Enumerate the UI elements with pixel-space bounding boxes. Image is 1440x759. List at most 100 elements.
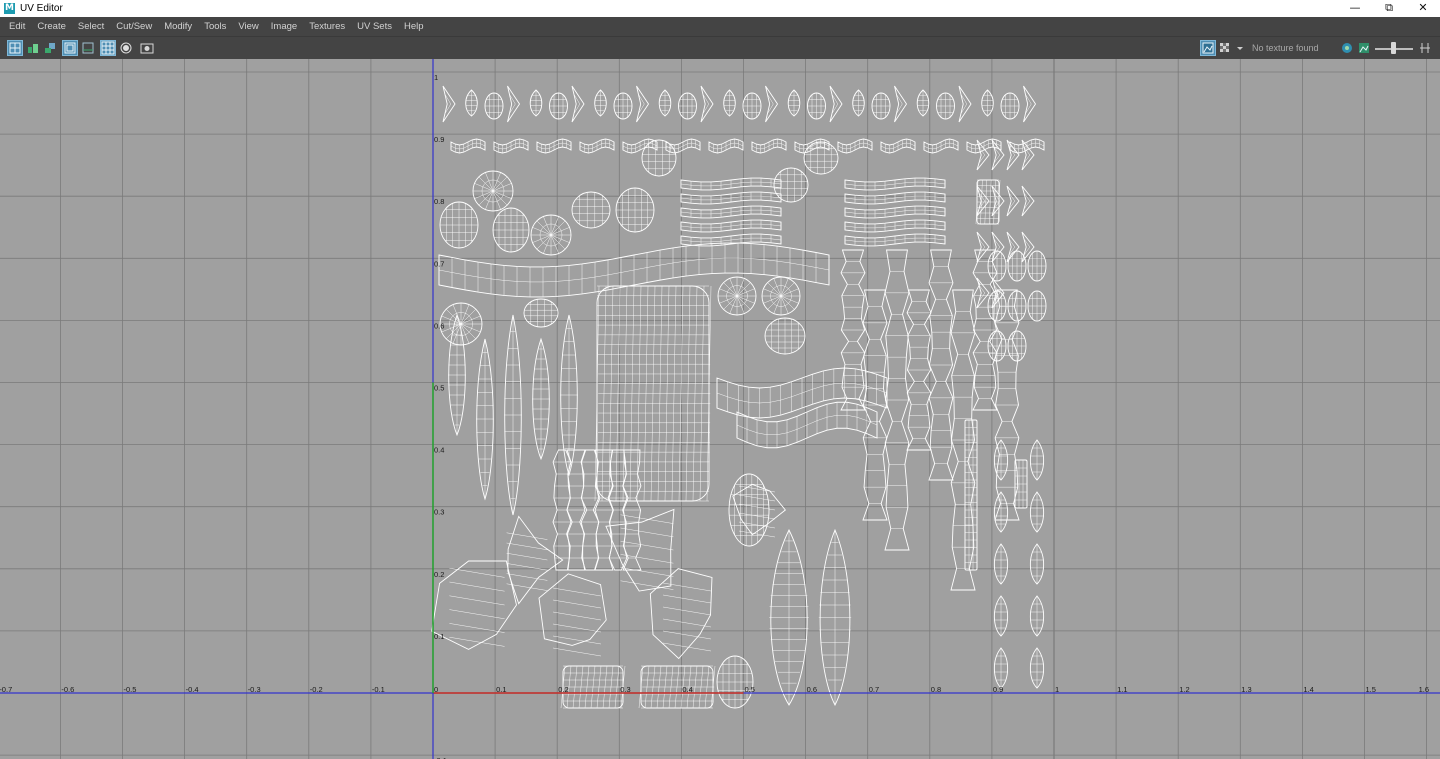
uv-toolkit-icon[interactable] bbox=[7, 40, 23, 56]
menu-textures[interactable]: Textures bbox=[303, 21, 351, 32]
u-tick-label: -0.5 bbox=[124, 685, 137, 694]
uv-viewport[interactable]: -0.7 -0.6 -0.5 -0.4 -0.3 -0.2 -0.1 0 0.1 0.2 0.3 0.… bbox=[0, 59, 1440, 759]
menu-modify[interactable]: Modify bbox=[158, 21, 198, 32]
menu-edit[interactable]: Edit bbox=[0, 21, 31, 32]
uv-shell bbox=[837, 138, 873, 154]
uv-shell bbox=[1023, 85, 1037, 123]
uv-shell bbox=[993, 439, 1009, 481]
texture-preview-icon[interactable] bbox=[1357, 41, 1371, 55]
uv-shell bbox=[794, 138, 830, 154]
uv-shell bbox=[993, 543, 1009, 585]
pixel-snap-icon[interactable] bbox=[119, 41, 133, 55]
uv-shell bbox=[507, 85, 521, 123]
maya-app-icon: M bbox=[4, 3, 15, 14]
uv-shell bbox=[773, 167, 809, 203]
uv-shell bbox=[549, 92, 568, 120]
dropdown-arrow-icon[interactable] bbox=[1235, 41, 1245, 55]
v-tick-label: 0.1 bbox=[434, 632, 444, 641]
uv-shell bbox=[700, 85, 714, 123]
v-tick-label: 0.4 bbox=[434, 446, 444, 455]
u-tick-label: -0.4 bbox=[186, 685, 199, 694]
menu-create[interactable]: Create bbox=[31, 21, 72, 32]
uv-canvas[interactable]: -0.7 -0.6 -0.5 -0.4 -0.3 -0.2 -0.1 0 0.1 0.2 0.3 0.… bbox=[0, 59, 1440, 759]
v-tick-label: 0.7 bbox=[434, 259, 444, 268]
menu-select[interactable]: Select bbox=[72, 21, 110, 32]
shaded-uv-icon[interactable] bbox=[26, 41, 40, 55]
u-tick-label: -0.1 bbox=[372, 685, 385, 694]
uv-shell bbox=[993, 491, 1009, 533]
uv-shell bbox=[708, 138, 744, 154]
uv-shell bbox=[1021, 139, 1035, 171]
uv-shell bbox=[450, 138, 486, 154]
u-tick-label: -0.3 bbox=[248, 685, 261, 694]
uv-shell bbox=[761, 276, 801, 316]
uv-shell bbox=[530, 214, 572, 256]
uv-shell bbox=[680, 233, 782, 247]
u-tick-label: -0.7 bbox=[0, 685, 12, 694]
window-title: UV Editor bbox=[20, 3, 63, 14]
isolate-icon[interactable] bbox=[1340, 41, 1354, 55]
v-tick-label: 0.6 bbox=[434, 321, 444, 330]
texture-borders-icon[interactable] bbox=[43, 41, 57, 55]
snapshot-icon[interactable] bbox=[140, 41, 154, 55]
menu-image[interactable]: Image bbox=[265, 21, 303, 32]
uv-shell bbox=[658, 89, 672, 117]
uv-shell bbox=[1007, 250, 1027, 282]
uv-shell bbox=[560, 314, 578, 477]
v-tick-label: 0.5 bbox=[434, 384, 444, 393]
uv-shell bbox=[884, 249, 910, 551]
uv-shell bbox=[716, 655, 754, 709]
uv-shell bbox=[439, 201, 479, 249]
uv-shell bbox=[1029, 647, 1045, 689]
menu-view[interactable]: View bbox=[232, 21, 264, 32]
uv-shell bbox=[993, 647, 1009, 689]
uv-shell bbox=[442, 85, 456, 123]
uv-shell bbox=[991, 185, 1005, 217]
uv-shell bbox=[991, 277, 1005, 309]
menu-bar: Edit Create Select Cut/Sew Modify Tools … bbox=[0, 17, 1440, 36]
uv-shell bbox=[964, 419, 978, 571]
exposure-icon[interactable] bbox=[1419, 41, 1431, 55]
uv-shell bbox=[1027, 250, 1047, 282]
uv-shell bbox=[993, 595, 1009, 637]
u-tick-label: 1.5 bbox=[1366, 685, 1376, 694]
menu-uv-sets[interactable]: UV Sets bbox=[351, 21, 398, 32]
distortion-icon[interactable] bbox=[62, 40, 78, 56]
u-tick-label: -0.2 bbox=[310, 685, 323, 694]
uv-toolbar: No texture found bbox=[0, 36, 1440, 59]
uv-shell bbox=[1007, 330, 1027, 362]
uv-shell bbox=[1000, 92, 1020, 120]
u-tick-label: 0.9 bbox=[993, 685, 1003, 694]
u-tick-label: 1.4 bbox=[1303, 685, 1313, 694]
close-icon[interactable]: ✕ bbox=[1406, 0, 1440, 17]
minimize-icon[interactable]: — bbox=[1338, 0, 1372, 17]
uv-shell bbox=[571, 85, 585, 123]
uv-shells[interactable] bbox=[431, 85, 1047, 709]
uv-shell bbox=[976, 231, 990, 263]
image-display-icon[interactable] bbox=[1200, 40, 1216, 56]
uv-shell bbox=[894, 85, 908, 123]
u-tick-label: 0 bbox=[434, 685, 438, 694]
checker-icon[interactable] bbox=[1218, 41, 1232, 55]
uv-shell bbox=[613, 92, 633, 120]
v-tick-label: 1 bbox=[434, 73, 438, 82]
u-tick-label: 1.3 bbox=[1241, 685, 1251, 694]
uv-shell bbox=[972, 249, 998, 411]
u-tick-label: 1 bbox=[1055, 685, 1059, 694]
uv-shell bbox=[506, 515, 564, 605]
uv-shell bbox=[594, 285, 712, 502]
menu-cut-sew[interactable]: Cut/Sew bbox=[110, 21, 158, 32]
uv-shell bbox=[852, 89, 865, 117]
display-grid-icon[interactable] bbox=[81, 41, 95, 55]
title-bar: M UV Editor — ⧉ ✕ bbox=[0, 0, 1440, 17]
exposure-slider-handle[interactable] bbox=[1391, 42, 1396, 54]
uv-shell bbox=[571, 191, 611, 229]
uv-shell bbox=[958, 85, 972, 123]
menu-tools[interactable]: Tools bbox=[198, 21, 232, 32]
uv-shell bbox=[976, 185, 990, 217]
grid-snap-icon[interactable] bbox=[100, 40, 116, 56]
menu-help[interactable]: Help bbox=[398, 21, 430, 32]
u-tick-label: 0.5 bbox=[745, 685, 755, 694]
restore-icon[interactable]: ⧉ bbox=[1372, 0, 1406, 17]
uv-shell bbox=[1021, 185, 1035, 217]
